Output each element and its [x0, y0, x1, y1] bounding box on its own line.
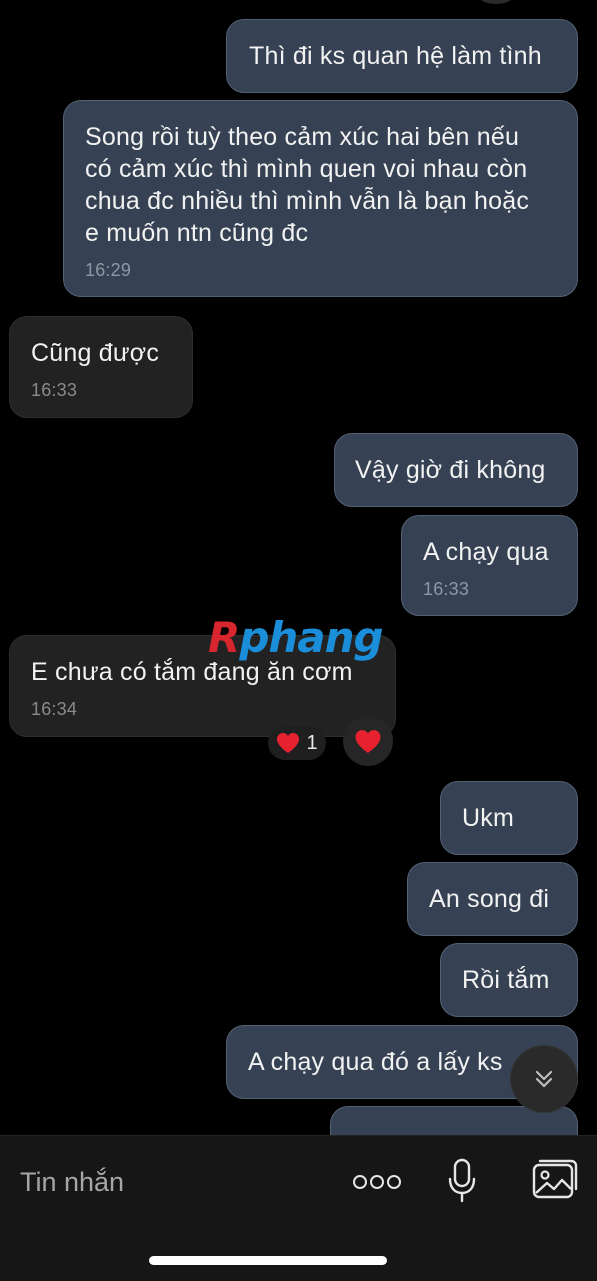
- more-options-button[interactable]: [350, 1164, 404, 1200]
- message-timestamp: 16:33: [423, 579, 470, 599]
- message-text: Cũng được: [31, 339, 160, 367]
- message-bubble-incoming[interactable]: Cũng được 16:33: [9, 316, 193, 418]
- message-text: Vậy giờ đi không: [355, 456, 546, 484]
- message-bubble-outgoing[interactable]: Ukm: [440, 781, 578, 855]
- message-bubble-outgoing[interactable]: Song rồi tuỳ theo cảm xúc hai bên nếu có…: [63, 100, 578, 297]
- more-dots-icon: [353, 1175, 401, 1189]
- message-text: Rồi tắm: [462, 966, 550, 994]
- message-timestamp: 16:33: [31, 380, 78, 400]
- double-chevron-down-icon: [535, 1070, 553, 1088]
- voice-message-button[interactable]: [440, 1156, 484, 1206]
- message-input[interactable]: Tin nhắn: [20, 1162, 320, 1202]
- message-text: Thì đi ks quan hệ làm tình: [249, 42, 542, 70]
- heart-icon: [355, 729, 381, 753]
- partial-avatar: [478, 0, 514, 4]
- message-bubble-outgoing[interactable]: Vậy giờ đi không: [334, 433, 578, 507]
- message-text: E chưa có tắm đang ăn cơm: [31, 658, 353, 686]
- message-bubble-incoming[interactable]: E chưa có tắm đang ăn cơm 16:34: [9, 635, 396, 737]
- scroll-to-bottom-button[interactable]: [511, 1046, 577, 1112]
- message-bubble-outgoing[interactable]: Rồi tắm: [440, 943, 578, 1017]
- message-text: Song rồi tuỳ theo cảm xúc hai bên nếu có…: [85, 123, 530, 247]
- reaction-count: 1: [306, 731, 318, 754]
- message-text: An song đi: [429, 885, 550, 913]
- image-gallery-icon: [532, 1159, 578, 1199]
- add-reaction-button[interactable]: [343, 716, 393, 766]
- attach-image-button[interactable]: [530, 1156, 580, 1204]
- message-text: A chạy qua: [423, 538, 549, 566]
- message-timestamp: 16:29: [85, 260, 132, 280]
- message-bubble-outgoing[interactable]: An song đi: [407, 862, 578, 936]
- message-text: A chạy qua đó a lấy ks: [248, 1048, 503, 1076]
- reaction-chip[interactable]: 1: [268, 726, 326, 760]
- message-text: Ukm: [462, 804, 514, 832]
- microphone-icon: [448, 1158, 476, 1203]
- home-indicator: [149, 1256, 387, 1265]
- message-bubble-outgoing[interactable]: A chạy qua 16:33: [401, 515, 578, 616]
- message-timestamp: 16:34: [31, 699, 78, 719]
- message-bubble-outgoing[interactable]: Thì đi ks quan hệ làm tình: [226, 19, 578, 93]
- heart-icon: [277, 733, 300, 753]
